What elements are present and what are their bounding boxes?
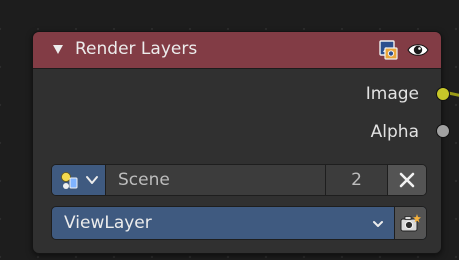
scene-users-count[interactable]: 2	[326, 165, 388, 195]
node-header[interactable]: Render Layers	[33, 32, 441, 69]
scene-browse-button[interactable]	[52, 165, 106, 195]
render-icon[interactable]	[377, 39, 399, 61]
scene-name-field[interactable]: Scene	[106, 165, 326, 195]
scene-unlink-button[interactable]	[388, 165, 426, 195]
camera-render-icon	[400, 214, 421, 232]
output-label-image: Image	[365, 84, 419, 104]
render-layers-node[interactable]: Render Layers Image Alpha Scene 2 ViewLa…	[32, 31, 450, 254]
output-socket-image[interactable]	[436, 87, 450, 101]
collapse-arrow-icon[interactable]	[53, 45, 63, 54]
chevron-down-icon	[373, 221, 383, 227]
render-view-layer-button[interactable]	[394, 207, 426, 239]
scene-icon	[61, 172, 78, 189]
output-socket-alpha[interactable]	[436, 124, 450, 138]
chevron-down-icon	[86, 176, 98, 184]
eye-icon[interactable]	[407, 39, 429, 61]
scene-name-label: Scene	[118, 170, 170, 190]
node-title: Render Layers	[75, 39, 198, 59]
scene-selector: Scene 2	[51, 164, 427, 196]
view-layer-dropdown[interactable]: ViewLayer	[51, 206, 427, 240]
view-layer-name: ViewLayer	[64, 213, 152, 233]
output-label-alpha: Alpha	[370, 122, 419, 142]
scene-users-label: 2	[351, 170, 362, 190]
close-icon	[399, 172, 415, 188]
